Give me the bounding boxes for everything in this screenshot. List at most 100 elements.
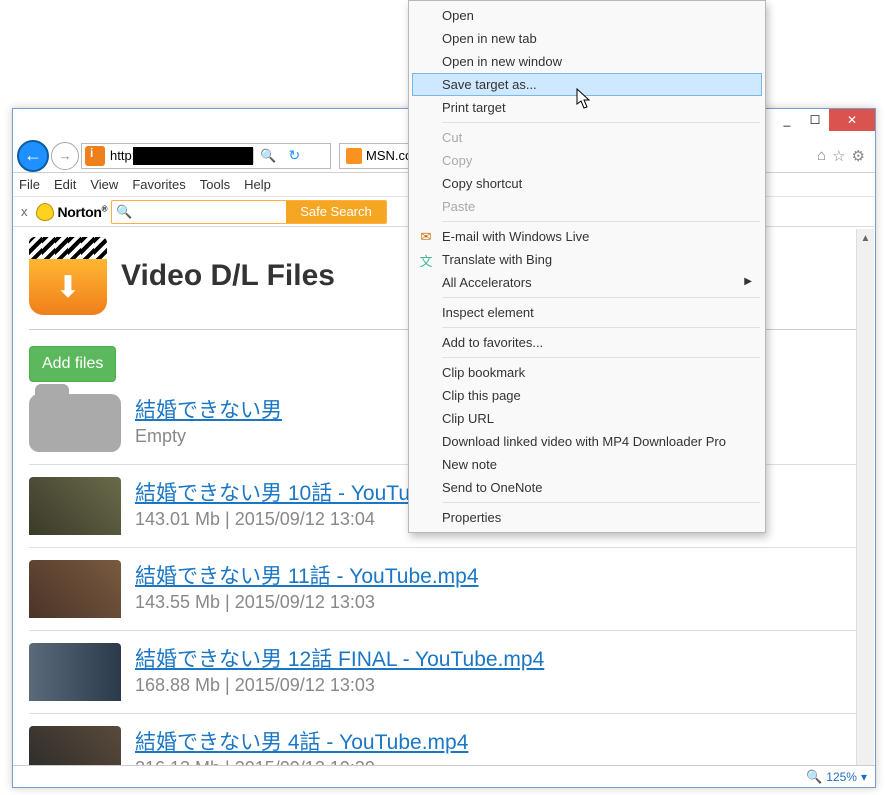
scroll-up-icon[interactable]: ▲ (857, 229, 874, 247)
menu-item-label: Add to favorites... (442, 335, 543, 350)
context-menu-item[interactable]: Add to favorites... (412, 331, 762, 354)
menu-item-label: Send to OneNote (442, 480, 542, 495)
url-redacted (133, 147, 253, 165)
context-menu-separator (442, 221, 760, 222)
file-info: 結婚できない男 4話 - YouTube.mp4 216.13 Mb | 2015… (135, 726, 468, 765)
favorites-icon[interactable]: ☆ (832, 147, 845, 165)
menu-item-label: Copy shortcut (442, 176, 522, 191)
gear-icon[interactable]: ⚙ (852, 147, 865, 165)
safe-search-button[interactable]: Safe Search (286, 201, 386, 223)
context-menu-separator (442, 357, 760, 358)
close-button[interactable]: ✕ (829, 109, 875, 131)
context-menu-item[interactable]: Save target as... (412, 73, 762, 96)
nav-right-icons: ⌂ ☆ ⚙ (817, 147, 871, 165)
menu-item-label: Cut (442, 130, 462, 145)
file-info: 結婚できない男 12話 FINAL - YouTube.mp4168.88 Mb… (135, 643, 544, 701)
page-title: Video D/L Files (121, 259, 335, 293)
trans-icon: 文 (417, 251, 435, 269)
file-item: 結婚できない男 12話 FINAL - YouTube.mp4168.88 Mb… (29, 631, 859, 714)
context-menu-item[interactable]: All Accelerators ▶ (412, 271, 762, 294)
menu-favorites[interactable]: Favorites (132, 177, 185, 192)
file-link[interactable]: 結婚できない男 11話 - YouTube.mp4 (135, 565, 479, 588)
context-menu-item[interactable]: Clip bookmark (412, 361, 762, 384)
search-dropdown[interactable]: 🔍 (253, 148, 282, 164)
menu-tools[interactable]: Tools (200, 177, 230, 192)
add-files-button[interactable]: Add files (29, 346, 116, 382)
context-menu-item: Copy (412, 149, 762, 172)
tab-favicon (346, 148, 362, 164)
file-info: 結婚できない男 11話 - YouTube.mp4 143.55 Mb | 201… (135, 560, 479, 618)
file-meta: 216.13 Mb | 2015/09/12 19:30 (135, 758, 468, 765)
mail-icon: ✉ (417, 228, 435, 246)
scrollbar[interactable]: ▲ (856, 229, 874, 765)
menu-item-label: Open (442, 8, 474, 23)
context-menu-separator (442, 502, 760, 503)
refresh-button[interactable]: ↻ (282, 147, 306, 164)
context-menu-item: Cut (412, 126, 762, 149)
menu-item-label: Translate with Bing (442, 252, 552, 267)
menu-item-label: Clip bookmark (442, 365, 525, 380)
context-menu-item[interactable]: Open in new window (412, 50, 762, 73)
file-link[interactable]: 結婚できない男 4話 - YouTube.mp4 (135, 731, 468, 754)
address-bar[interactable]: http: 🔍 ↻ (81, 143, 331, 169)
statusbar: 🔍 125% ▾ (13, 765, 875, 787)
menu-view[interactable]: View (90, 177, 118, 192)
menu-help[interactable]: Help (244, 177, 271, 192)
zoom-icon[interactable]: 🔍 (806, 769, 822, 785)
search-icon: 🔍 (112, 201, 136, 223)
context-menu-item[interactable]: New note (412, 453, 762, 476)
menu-item-label: Download linked video with MP4 Downloade… (442, 434, 726, 449)
chevron-right-icon: ▶ (744, 276, 752, 287)
maximize-button[interactable]: ☐ (801, 109, 829, 131)
file-item: 結婚できない男 11話 - YouTube.mp4 143.55 Mb | 201… (29, 548, 859, 631)
context-menu-separator (442, 297, 760, 298)
menu-item-label: Save target as... (442, 77, 537, 92)
menu-file[interactable]: File (19, 177, 40, 192)
context-menu-item[interactable]: Open in new tab (412, 27, 762, 50)
zoom-dropdown-icon[interactable]: ▾ (861, 770, 867, 784)
context-menu: Open Open in new tab Open in new window Sav… (408, 0, 766, 533)
file-thumbnail (29, 643, 121, 701)
context-menu-separator (442, 122, 760, 123)
download-app-icon: ⬇ (29, 237, 107, 315)
back-button[interactable]: ← (17, 140, 49, 172)
minimize-button[interactable]: _ (773, 109, 801, 131)
context-menu-item[interactable]: Open (412, 4, 762, 27)
norton-label: Norton® (58, 204, 108, 220)
home-icon[interactable]: ⌂ (817, 147, 826, 165)
menu-item-label: Inspect element (442, 305, 534, 320)
menu-edit[interactable]: Edit (54, 177, 76, 192)
context-menu-item[interactable]: Clip URL (412, 407, 762, 430)
context-menu-item[interactable]: Clip this page (412, 384, 762, 407)
context-menu-item: Paste (412, 195, 762, 218)
file-thumbnail (29, 394, 121, 452)
file-info: 結婚できない男 Empty (135, 394, 282, 452)
context-menu-item[interactable]: Print target (412, 96, 762, 119)
context-menu-item[interactable]: ✉E-mail with Windows Live (412, 225, 762, 248)
file-thumbnail (29, 477, 121, 535)
context-menu-item[interactable]: Download linked video with MP4 Downloade… (412, 430, 762, 453)
toolbar-close[interactable]: x (17, 204, 32, 219)
context-menu-item[interactable]: Properties (412, 506, 762, 529)
menu-item-label: Print target (442, 100, 506, 115)
safe-search-box: 🔍 Safe Search (111, 200, 387, 224)
zoom-level: 125% (826, 770, 857, 784)
menu-item-label: Open in new window (442, 54, 562, 69)
menu-item-label: All Accelerators (442, 275, 532, 290)
context-menu-item[interactable]: 文 Translate with Bing (412, 248, 762, 271)
context-menu-item[interactable]: Send to OneNote (412, 476, 762, 499)
file-link[interactable]: 結婚できない男 (135, 399, 282, 422)
menu-item-label: Paste (442, 199, 475, 214)
menu-item-label: Clip URL (442, 411, 494, 426)
safe-search-input[interactable] (136, 201, 286, 223)
context-menu-item[interactable]: Copy shortcut (412, 172, 762, 195)
file-thumbnail (29, 560, 121, 618)
menu-item-label: Open in new tab (442, 31, 537, 46)
file-meta: 143.55 Mb | 2015/09/12 13:03 (135, 592, 479, 613)
file-link[interactable]: 結婚できない男 12話 FINAL - YouTube.mp4 (135, 648, 544, 671)
context-menu-separator (442, 327, 760, 328)
context-menu-item[interactable]: Inspect element (412, 301, 762, 324)
norton-logo[interactable]: Norton® (36, 203, 108, 221)
forward-button[interactable]: → (51, 142, 79, 170)
file-meta: Empty (135, 426, 282, 447)
